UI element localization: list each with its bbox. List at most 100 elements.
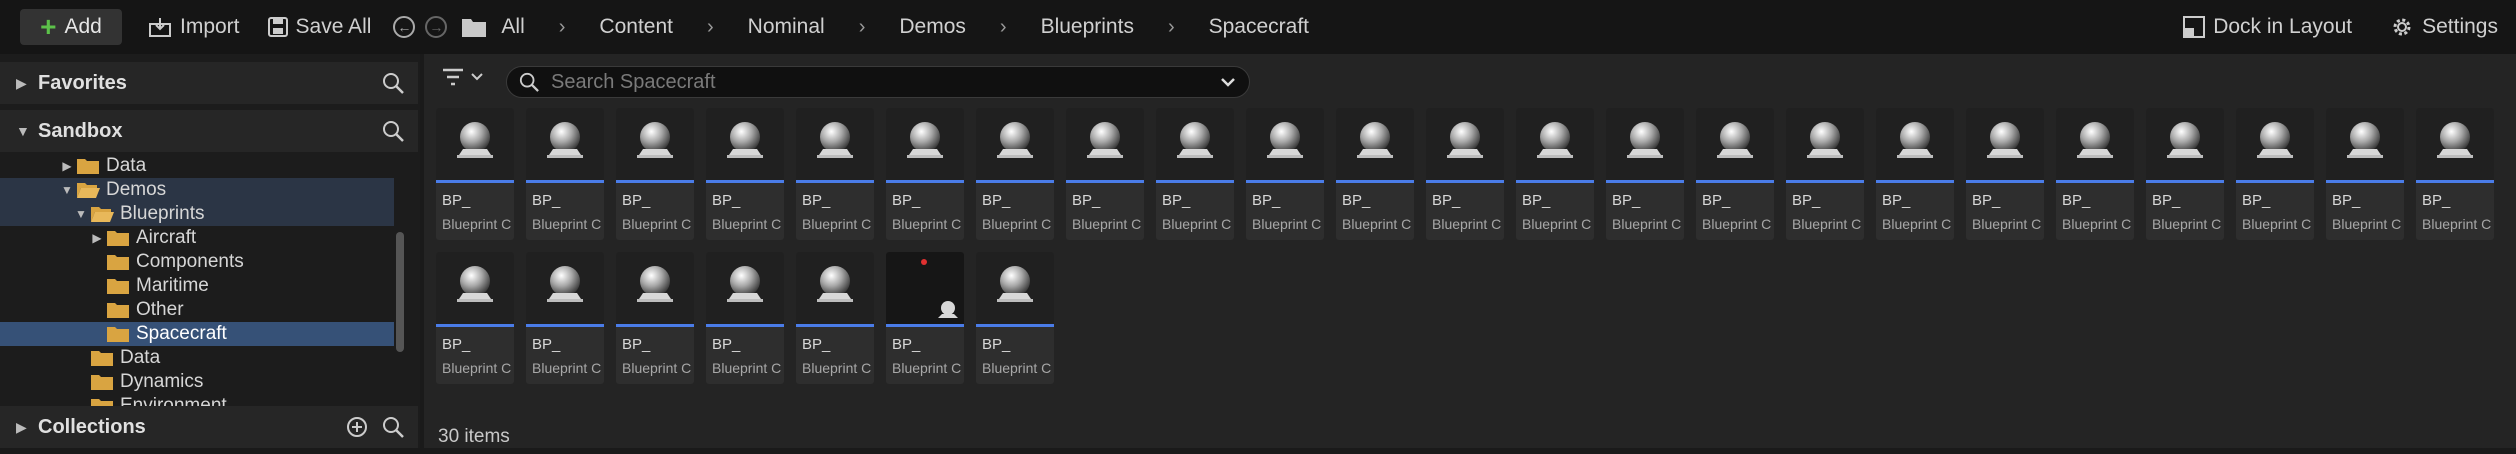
asset-tile[interactable]: BP_ Blueprint Class [1606, 108, 1684, 240]
asset-tile[interactable]: BP_ Blueprint Class [526, 108, 604, 240]
asset-name: BP_ [1612, 192, 1641, 209]
folder-icon [107, 279, 129, 294]
tree-item-spacecraft[interactable]: Spacecraft [0, 322, 394, 346]
breadcrumb-blueprints[interactable]: Blueprints [1041, 15, 1134, 39]
tree-label: Blueprints [120, 203, 205, 224]
collapse-arrow-icon[interactable]: ▼ [16, 123, 38, 139]
asset-tile[interactable]: BP_ Blueprint Class [976, 252, 1054, 384]
chevron-right-icon[interactable]: › [707, 16, 714, 39]
asset-tile[interactable]: BP_ Blueprint Class [1516, 108, 1594, 240]
asset-tile[interactable]: BP_ Blueprint Class [2416, 108, 2494, 240]
chevron-down-icon[interactable] [1219, 71, 1237, 93]
dock-in-layout-button[interactable]: Dock in Layout [2183, 15, 2352, 39]
breadcrumb-spacecraft[interactable]: Spacecraft [1209, 15, 1309, 39]
add-button[interactable]: + Add [20, 9, 122, 45]
sandbox-header[interactable]: ▼ Sandbox [0, 110, 418, 152]
forward-arrow-icon[interactable]: → [425, 16, 448, 38]
tree-item-aircraft[interactable]: ▶ Aircraft [0, 226, 394, 250]
asset-tile[interactable]: BP_ Blueprint Class [616, 252, 694, 384]
expand-arrow-icon[interactable]: ▶ [88, 231, 106, 245]
asset-name: BP_ [712, 192, 741, 209]
asset-tile[interactable]: BP_ Blueprint Class [1336, 108, 1414, 240]
tree-item-maritime[interactable]: Maritime [0, 274, 394, 298]
breadcrumb-demos[interactable]: Demos [899, 15, 966, 39]
asset-tile[interactable]: BP_ Blueprint Class [436, 108, 514, 240]
tree-item-dynamics[interactable]: Dynamics [0, 370, 394, 394]
asset-name: BP_ [622, 192, 651, 209]
asset-type-bar [886, 180, 964, 183]
asset-tile[interactable]: BP_ Blueprint Class [1786, 108, 1864, 240]
asset-type: Blueprint Class [802, 360, 872, 376]
asset-name: BP_ [2242, 192, 2271, 209]
asset-tile[interactable]: BP_ Blueprint Class [706, 252, 784, 384]
asset-tile[interactable]: BP_ Blueprint Class [526, 252, 604, 384]
sphere-thumbnail-icon [1083, 119, 1127, 169]
expand-arrow-icon[interactable]: ▶ [16, 75, 38, 92]
collapse-arrow-icon[interactable]: ▼ [72, 207, 90, 221]
chevron-right-icon[interactable]: › [1000, 16, 1007, 39]
asset-type: Blueprint Class [2422, 216, 2492, 232]
add-collection-icon[interactable] [346, 416, 368, 438]
asset-type: Blueprint Class [1162, 216, 1232, 232]
asset-type: Blueprint Class [1342, 216, 1412, 232]
search-icon [519, 72, 539, 92]
asset-tile[interactable]: BP_ Blueprint Class [1426, 108, 1504, 240]
asset-tile[interactable]: BP_ Blueprint Class [2326, 108, 2404, 240]
import-button[interactable]: Import [148, 15, 240, 39]
favorites-header[interactable]: ▶ Favorites [0, 62, 418, 104]
asset-thumbnail [2416, 108, 2494, 180]
asset-tile[interactable]: BP_ Blueprint Class [1246, 108, 1324, 240]
scrollbar-thumb[interactable] [396, 232, 404, 352]
chevron-right-icon[interactable]: › [859, 16, 866, 39]
asset-thumbnail [1066, 108, 1144, 180]
search-icon[interactable] [382, 120, 404, 142]
sphere-thumbnail-icon [1263, 119, 1307, 169]
asset-tile[interactable]: BP_ Blueprint Class [706, 108, 784, 240]
chevron-right-icon[interactable]: › [559, 16, 566, 39]
asset-tile[interactable]: BP_ Blueprint Class [796, 252, 874, 384]
tree-item-data[interactable]: ▶ Data [0, 154, 394, 178]
sources-panel: ▶ Favorites ▼ Sandbox ▶ Data ▼ Demos ▼ B… [0, 54, 420, 448]
tree-item-demos[interactable]: ▼ Demos [0, 178, 394, 202]
collapse-arrow-icon[interactable]: ▼ [58, 183, 76, 197]
expand-arrow-icon[interactable]: ▶ [58, 159, 76, 173]
settings-button[interactable]: Settings [2390, 15, 2498, 39]
tree-item-blueprints[interactable]: ▼ Blueprints [0, 202, 394, 226]
asset-tile[interactable]: BP_ Blueprint Class [1966, 108, 2044, 240]
breadcrumb-all[interactable]: All [501, 15, 524, 39]
asset-tile[interactable]: BP_ Blueprint Class [1066, 108, 1144, 240]
tree-item-components[interactable]: Components [0, 250, 394, 274]
asset-tile[interactable]: BP_ Blueprint Class [616, 108, 694, 240]
asset-name: BP_ [982, 336, 1011, 353]
search-icon[interactable] [382, 72, 404, 94]
tree-label: Demos [106, 179, 167, 200]
asset-thumbnail [2056, 108, 2134, 180]
asset-tile[interactable]: BP_ Blueprint Class [1696, 108, 1774, 240]
asset-tile[interactable]: BP_ Blueprint Class [1156, 108, 1234, 240]
search-input[interactable] [549, 69, 1193, 95]
asset-tile[interactable]: BP_ Blueprint Class [796, 108, 874, 240]
tree-scrollbar[interactable] [394, 154, 406, 394]
expand-arrow-icon[interactable]: ▶ [16, 419, 38, 436]
asset-name: BP_ [1522, 192, 1551, 209]
breadcrumb-nominal[interactable]: Nominal [748, 15, 825, 39]
asset-tile[interactable]: BP_ Blueprint Class [2146, 108, 2224, 240]
asset-tile[interactable]: BP_ Blueprint Class [886, 252, 964, 384]
collections-header[interactable]: ▶ Collections [0, 406, 418, 448]
asset-tile[interactable]: BP_ Blueprint Class [976, 108, 1054, 240]
asset-type-bar [2326, 180, 2404, 183]
search-icon[interactable] [382, 416, 404, 438]
asset-tile[interactable]: BP_ Blueprint Class [436, 252, 514, 384]
tree-item-other[interactable]: Other [0, 298, 394, 322]
breadcrumb-content[interactable]: Content [599, 15, 673, 39]
folder-icon[interactable] [461, 16, 487, 38]
filter-button[interactable] [442, 68, 484, 86]
chevron-right-icon[interactable]: › [1168, 16, 1175, 39]
asset-tile[interactable]: BP_ Blueprint Class [2056, 108, 2134, 240]
asset-tile[interactable]: BP_ Blueprint Class [2236, 108, 2314, 240]
asset-tile[interactable]: BP_ Blueprint Class [1876, 108, 1954, 240]
save-all-button[interactable]: Save All [267, 15, 371, 39]
asset-tile[interactable]: BP_ Blueprint Class [886, 108, 964, 240]
tree-item-data[interactable]: Data [0, 346, 394, 370]
back-arrow-icon[interactable]: ← [393, 16, 416, 38]
